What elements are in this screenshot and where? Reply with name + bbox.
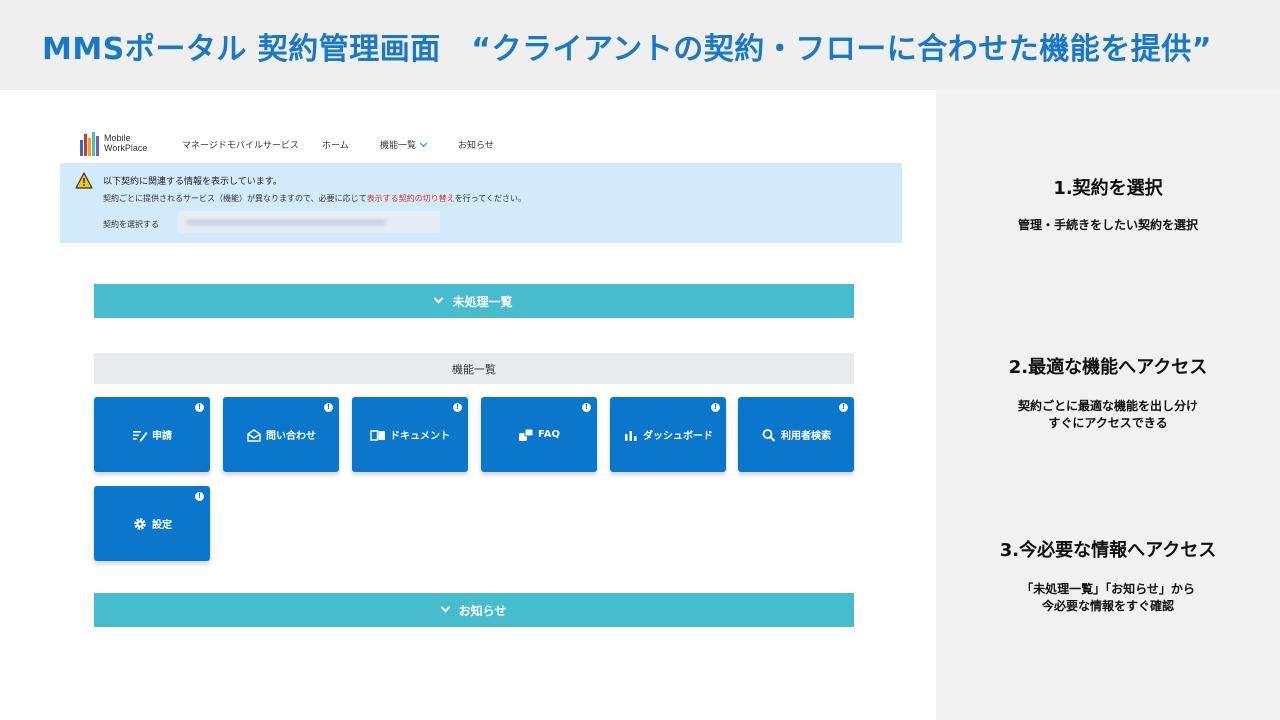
tile-user-search[interactable]: ! 利用者検索 (738, 397, 854, 472)
tile-dashboard[interactable]: ! ダッシュボード (610, 397, 726, 472)
pending-list-accordion[interactable]: 未処理一覧 (94, 284, 854, 318)
tile-application[interactable]: ! 申請 (94, 397, 210, 472)
info-icon[interactable]: ! (195, 492, 204, 501)
tile-faq-label: FAQ (538, 429, 560, 440)
banner-body: 契約ごとに提供されるサービス（機能）が異なりますので、必要に応じて表示する契約の… (103, 194, 527, 203)
nav-features-label: 機能一覧 (380, 141, 417, 151)
tile-inquiry[interactable]: ! 問い合わせ (223, 397, 339, 472)
tile-faq[interactable]: ! FAQ (481, 397, 597, 472)
step-3-title: 3.今必要な情報へアクセス (999, 540, 1217, 561)
faq-icon (519, 428, 534, 441)
contract-select-label: 契約を選択する (103, 220, 159, 229)
switch-contract-link[interactable]: 表示する契約の切り替え (367, 194, 455, 203)
blurred-contract-name (186, 219, 386, 225)
nav-home[interactable]: ホーム (322, 138, 349, 151)
contract-select[interactable] (178, 211, 440, 233)
step-1: 1.契約を選択 管理・手続きをしたい契約を選択 (936, 174, 1280, 234)
step-3: 3.今必要な情報へアクセス 「未処理一覧」「お知らせ」から 今必要な情報をすぐ確… (936, 536, 1280, 615)
tile-document-label: ドキュメント (390, 431, 450, 442)
news-accordion[interactable]: お知らせ (94, 593, 854, 627)
tile-document[interactable]: ! ドキュメント (352, 397, 468, 472)
tile-settings-label: 設定 (152, 520, 172, 531)
info-icon[interactable]: ! (195, 403, 204, 412)
warning-icon (75, 172, 93, 189)
slide-title: MMSポータル 契約管理画面 “クライアントの契約・フローに合わせた機能を提供” (42, 32, 1212, 67)
banner-title: 以下契約に関連する情報を表示しています。 (103, 177, 282, 187)
step-2-desc: 契約ごとに最適な機能を出し分け すぐにアクセスできる (1017, 399, 1198, 430)
step-2-title: 2.最適な機能へアクセス (1008, 357, 1208, 378)
document-icon (370, 429, 385, 441)
step-1-title: 1.契約を選択 (1053, 178, 1163, 199)
news-label: お知らせ (458, 603, 507, 618)
nav-managed-mobile[interactable]: マネージドモバイルサービス (182, 138, 299, 151)
chevron-down-icon (419, 139, 428, 148)
step-2: 2.最適な機能へアクセス 契約ごとに最適な機能を出し分け すぐにアクセスできる (936, 353, 1280, 432)
tile-inquiry-label: 問い合わせ (266, 431, 316, 442)
info-icon[interactable]: ! (453, 403, 462, 412)
search-icon (762, 428, 776, 442)
tile-dashboard-label: ダッシュボード (643, 431, 713, 442)
logo-bars-icon (80, 132, 102, 156)
logo-text: Mobile WorkPlace (104, 133, 148, 153)
chevron-down-icon (440, 602, 451, 612)
application-icon (133, 430, 148, 442)
mobile-workplace-logo[interactable]: Mobile WorkPlace (80, 132, 180, 158)
dashboard-icon (625, 430, 637, 441)
info-icon[interactable]: ! (324, 403, 333, 412)
tile-user-search-label: 利用者検索 (781, 431, 831, 442)
nav-news[interactable]: お知らせ (458, 138, 494, 151)
step-3-desc: 「未処理一覧」「お知らせ」から 今必要な情報をすぐ確認 (1021, 582, 1195, 613)
step-1-desc: 管理・手続きをしたい契約を選択 (1017, 218, 1198, 232)
info-icon[interactable]: ! (711, 403, 720, 412)
pending-list-label: 未処理一覧 (452, 294, 513, 309)
features-header: 機能一覧 (94, 353, 854, 384)
gear-icon (134, 517, 146, 530)
chevron-down-icon (434, 293, 444, 303)
inquiry-icon (247, 428, 261, 442)
tile-settings[interactable]: ! 設定 (94, 486, 210, 561)
nav-features[interactable]: 機能一覧 (380, 138, 428, 151)
tile-application-label: 申請 (152, 431, 172, 442)
info-icon[interactable]: ! (582, 403, 591, 412)
info-icon[interactable]: ! (839, 403, 848, 412)
